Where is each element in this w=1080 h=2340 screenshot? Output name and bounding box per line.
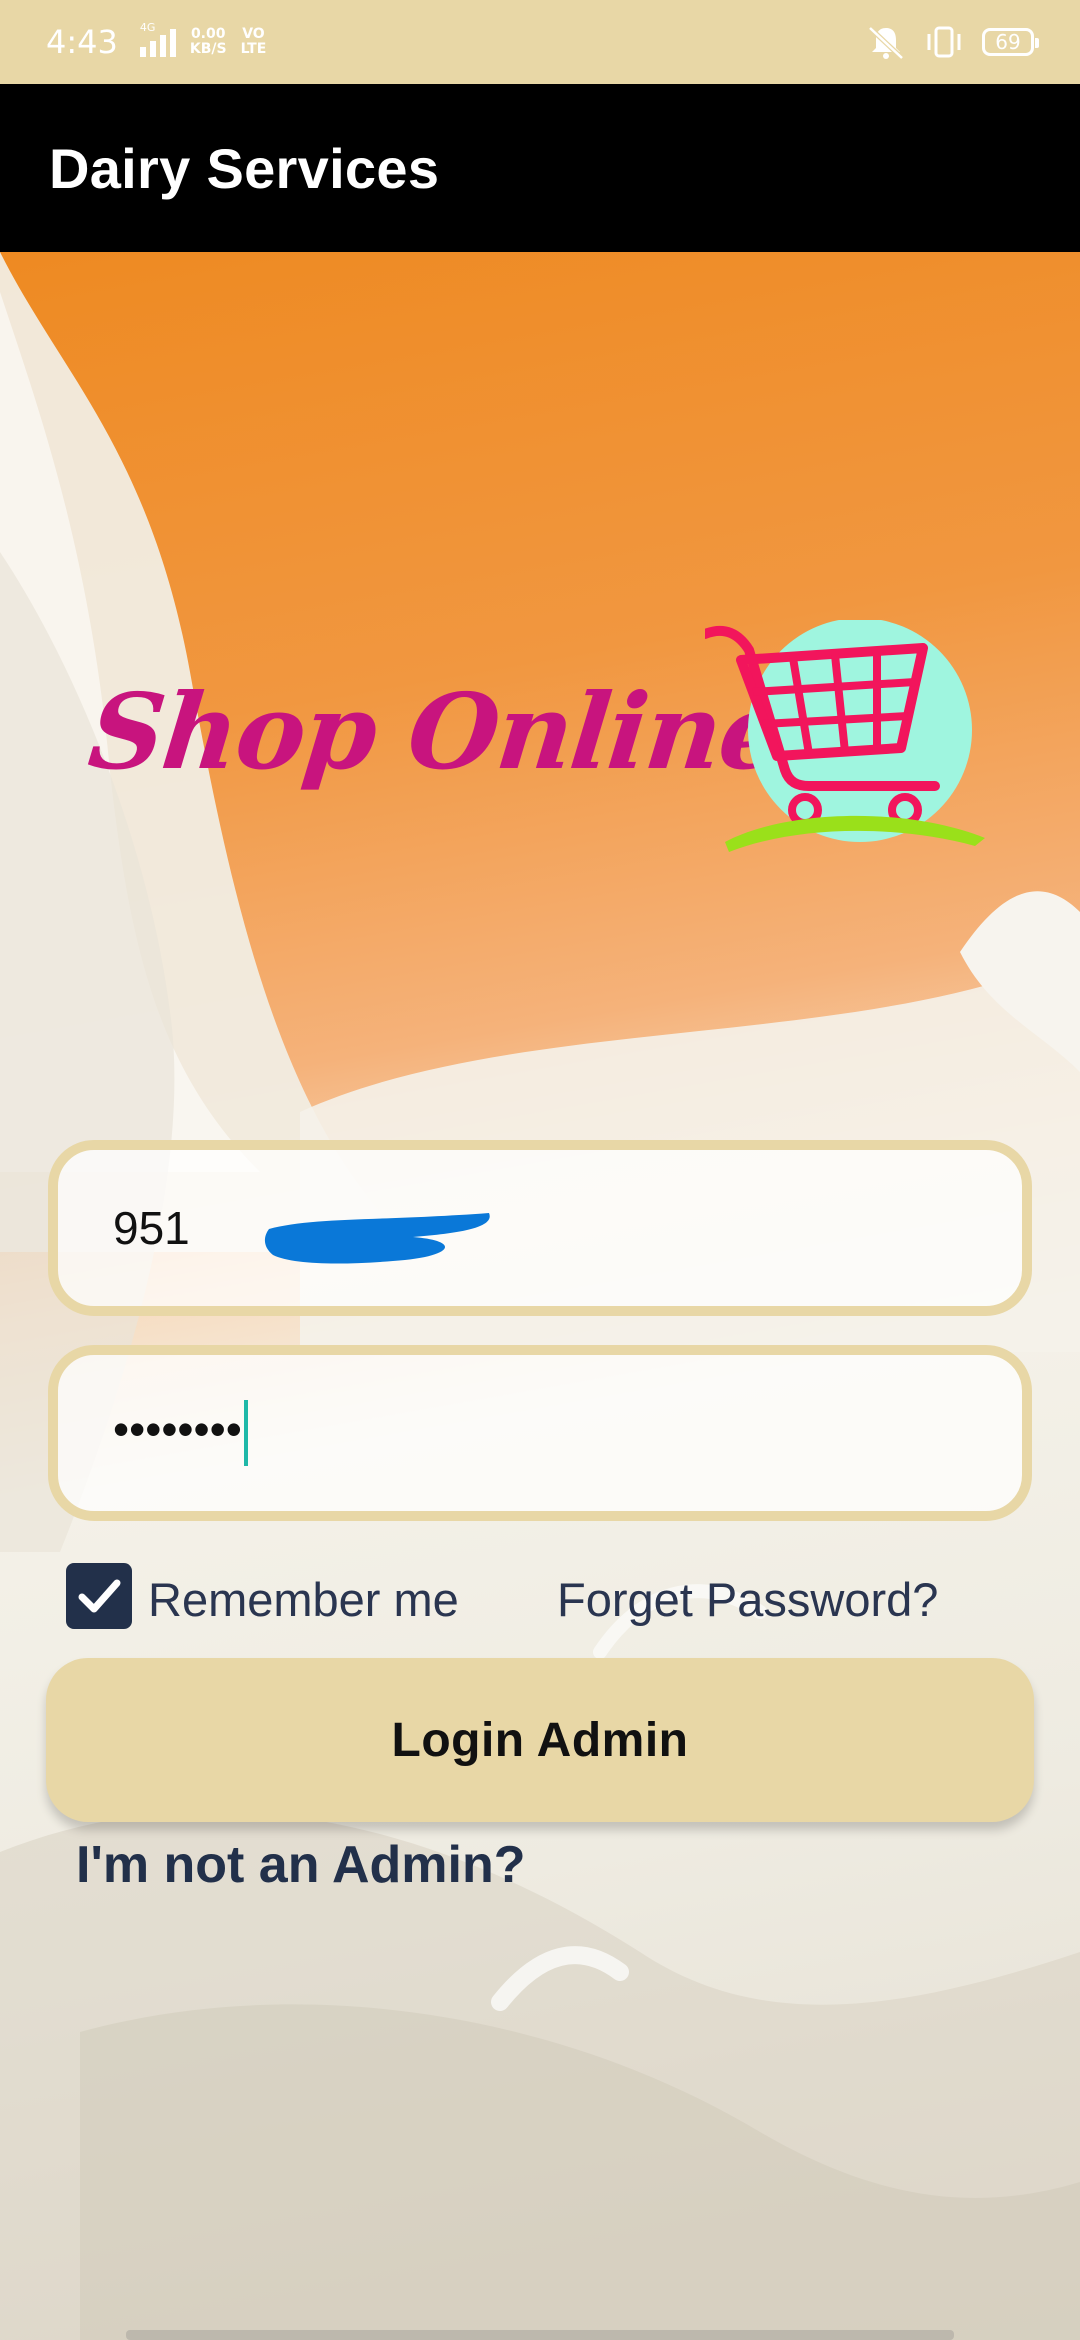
app-title: Dairy Services xyxy=(49,136,440,200)
password-value: •••••••• xyxy=(113,1403,242,1455)
network-indicators: 4G 0.00 KB/S VO LTE xyxy=(139,21,267,57)
app-bar: Dairy Services xyxy=(0,84,1080,252)
status-left: 4:43 4G 0.00 KB/S VO LTE xyxy=(46,21,267,61)
status-bar: 4:43 4G 0.00 KB/S VO LTE 69 xyxy=(0,0,1080,84)
navigation-handle xyxy=(126,2330,954,2340)
shopping-cart-icon xyxy=(705,620,985,852)
not-admin-link[interactable]: I'm not an Admin? xyxy=(76,1835,526,1895)
shop-online-logo: Shop Online xyxy=(80,620,1010,870)
logo-text: Shop Online xyxy=(83,670,791,793)
vibrate-icon xyxy=(927,26,961,58)
battery-icon: 69 xyxy=(982,28,1039,56)
network-speed: 0.00 KB/S xyxy=(190,27,227,57)
volte-bottom: LTE xyxy=(240,41,267,57)
redaction-mark xyxy=(264,1213,490,1264)
text-cursor xyxy=(243,1400,248,1466)
remember-row: Remember me Forget Password? xyxy=(66,1560,1016,1632)
battery-level: 69 xyxy=(995,30,1021,54)
status-time: 4:43 xyxy=(46,23,118,61)
speed-unit: KB/S xyxy=(189,41,227,57)
volte-indicator: VO LTE xyxy=(241,27,267,57)
remember-me-checkbox[interactable] xyxy=(66,1563,132,1629)
phone-value: 951 xyxy=(113,1202,190,1254)
mute-icon xyxy=(868,26,904,60)
login-admin-button[interactable]: Login Admin xyxy=(46,1658,1034,1822)
phone-input[interactable]: 951 xyxy=(48,1140,1032,1316)
login-button-label: Login Admin xyxy=(391,1713,689,1767)
password-input[interactable]: •••••••• xyxy=(48,1345,1032,1521)
speed-value: 0.00 xyxy=(190,26,226,42)
remember-me-label[interactable]: Remember me xyxy=(148,1572,459,1627)
signal-icon: 4G xyxy=(139,21,176,57)
status-right: 69 xyxy=(866,24,1039,60)
network-type: 4G xyxy=(139,21,156,34)
check-icon xyxy=(78,1579,121,1613)
volte-top: VO xyxy=(242,26,265,42)
forget-password-link[interactable]: Forget Password? xyxy=(557,1572,938,1627)
